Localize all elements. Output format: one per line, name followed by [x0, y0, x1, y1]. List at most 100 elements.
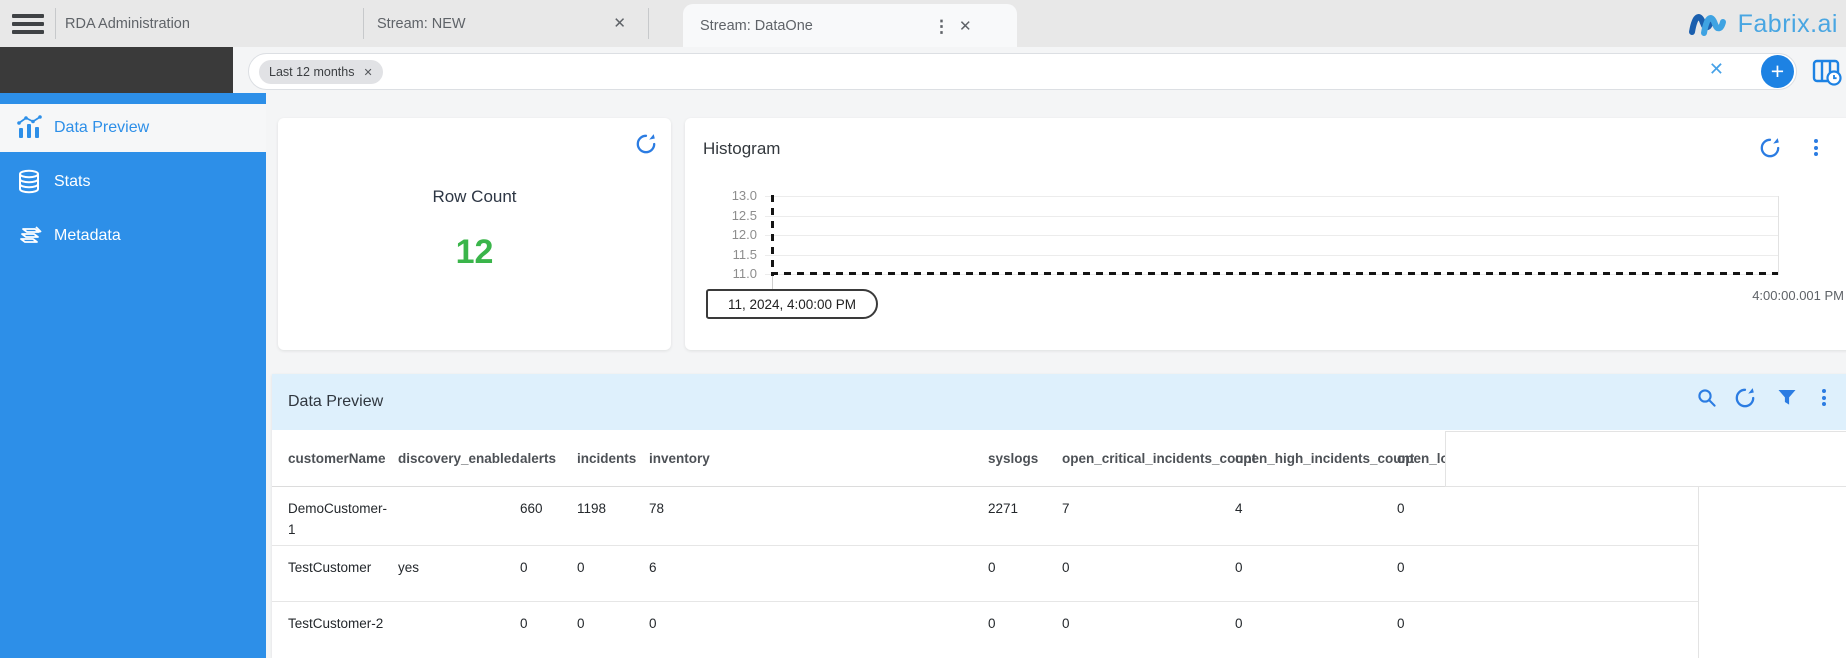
sidebar-item-label: Stats — [54, 173, 90, 191]
sidebar: Data Preview Stats Metadata — [0, 93, 266, 658]
chart-gridline — [765, 216, 1778, 217]
y-axis-tick-label: 11.5 — [711, 247, 757, 262]
table-cell: 0 — [649, 613, 978, 634]
sidebar-item-label: Data Preview — [54, 119, 149, 137]
app-window: RDA Administration Stream: NEW ✕ Stream:… — [0, 0, 1846, 658]
tab-label: RDA Administration — [65, 16, 190, 32]
tab-rda-administration[interactable]: RDA Administration — [55, 0, 363, 47]
chart-tooltip: 11, 2024, 4:00:00 PM — [706, 289, 878, 319]
search-icon[interactable] — [1696, 387, 1718, 409]
table-cell: 2271 — [988, 498, 1052, 519]
table-cell: 6 — [649, 557, 978, 578]
chart-x-end-label: 4:00:00.001 PM — [1752, 288, 1844, 303]
table-history-icon[interactable] — [1812, 58, 1842, 91]
table-cell: 0 — [520, 557, 567, 578]
table-cell: 1198 — [577, 498, 639, 519]
sidebar-item-metadata[interactable]: Metadata — [0, 212, 266, 260]
histogram-card: Histogram 13.0 12.5 12.0 11.5 11.0 11, 2024,… — [685, 118, 1846, 350]
table-cell: 0 — [988, 557, 1052, 578]
row-count-title: Row Count — [278, 187, 671, 207]
hamburger-menu-icon[interactable] — [12, 10, 44, 36]
histogram-title: Histogram — [703, 139, 780, 159]
table-row[interactable]: TestCustomeryes0060000 — [272, 546, 1846, 602]
refresh-icon[interactable] — [1759, 137, 1781, 159]
sidebar-header-block — [0, 47, 233, 93]
chart-crosshair-line — [771, 195, 774, 276]
table-cell: 0 — [577, 613, 639, 634]
top-bar: RDA Administration Stream: NEW ✕ Stream:… — [0, 0, 1846, 47]
column-header-alerts[interactable]: alerts — [520, 430, 567, 487]
table-cell: 0 — [1062, 557, 1225, 578]
tab-stream-new[interactable]: Stream: NEW ✕ — [363, 0, 648, 47]
clear-filters-icon[interactable]: ✕ — [1709, 59, 1724, 80]
table-cell: 0 — [1397, 613, 1697, 634]
table-cell: 0 — [1397, 498, 1697, 519]
table-cell: 0 — [1062, 613, 1225, 634]
fabrix-logo[interactable]: Fabrix.ai — [1686, 6, 1838, 43]
add-filter-button[interactable]: + — [1761, 55, 1794, 88]
logo-text: Fabrix.ai — [1738, 10, 1838, 39]
sidebar-item-stats[interactable]: Stats — [0, 158, 266, 206]
table-row[interactable]: TestCustomer-20000000 — [272, 602, 1846, 658]
tab-separator — [648, 8, 649, 39]
data-preview-header: Data Preview — [272, 374, 1846, 430]
filter-chip-last-12-months[interactable]: Last 12 months ✕ — [259, 60, 383, 84]
chart-gridline — [765, 255, 1778, 256]
filter-bar: Last 12 months ✕ ✕ + — [248, 53, 1797, 90]
column-header-inventory[interactable]: inventory — [649, 430, 978, 487]
filter-chip-label: Last 12 months — [269, 65, 354, 79]
row-count-card: Row Count 12 — [278, 118, 671, 350]
table-cell: 0 — [1235, 557, 1387, 578]
sidebar-item-data-preview[interactable]: Data Preview — [0, 104, 266, 152]
table-cell: 0 — [577, 557, 639, 578]
y-axis-tick-label: 12.0 — [711, 227, 757, 242]
table-cell: 7 — [1062, 498, 1225, 519]
pinned-column-header-overlay — [1445, 431, 1846, 487]
table-cell: TestCustomer — [288, 557, 389, 578]
close-icon[interactable]: ✕ — [959, 19, 972, 34]
chip-close-icon[interactable]: ✕ — [363, 66, 372, 79]
table-cell: 0 — [988, 613, 1052, 634]
filter-funnel-icon[interactable] — [1776, 387, 1798, 409]
chart-gridline — [765, 196, 1778, 197]
y-axis-tick-label: 12.5 — [711, 208, 757, 223]
column-header-open_high_incidents_count[interactable]: open_high_incidents_count — [1235, 430, 1387, 487]
chart-series-line — [771, 272, 1778, 275]
bar-chart-icon — [16, 115, 44, 141]
sidebar-item-label: Metadata — [54, 227, 121, 245]
table-cell: TestCustomer-2 — [288, 613, 389, 634]
column-header-syslogs[interactable]: syslogs — [988, 430, 1052, 487]
table-cell: 4 — [1235, 498, 1387, 519]
data-preview-panel: Data Preview cust — [272, 374, 1846, 658]
table-row[interactable]: DemoCustomer-1 660 1198 78 2271 740 — [272, 487, 1846, 546]
tab-label: Stream: DataOne — [700, 18, 813, 34]
database-icon — [16, 169, 44, 195]
chart-right-border — [1778, 196, 1779, 275]
table-cell: 0 — [520, 613, 567, 634]
more-options-kebab-icon[interactable] — [1805, 138, 1827, 161]
row-count-value: 12 — [278, 233, 671, 272]
pinned-column-area — [1698, 487, 1846, 658]
y-axis-tick-label: 11.0 — [711, 266, 757, 281]
close-icon[interactable]: ✕ — [613, 16, 626, 31]
fabrix-logo-icon — [1686, 6, 1732, 43]
table-cell: 660 — [520, 498, 567, 519]
column-header-discovery_enabled[interactable]: discovery_enabled — [398, 430, 510, 487]
tab-menu-kebab-icon[interactable]: ⋮ — [933, 18, 950, 35]
column-header-customerName[interactable]: customerName — [288, 430, 389, 487]
column-header-open_critical_incidents_count[interactable]: open_critical_incidents_count — [1062, 430, 1225, 487]
data-preview-title: Data Preview — [288, 393, 383, 411]
column-header-incidents[interactable]: incidents — [577, 430, 639, 487]
refresh-icon[interactable] — [1734, 387, 1756, 409]
table-cell: DemoCustomer-1 — [288, 498, 389, 540]
chart-gridline — [765, 235, 1778, 236]
tab-label: Stream: NEW — [377, 16, 466, 32]
tab-stream-dataone[interactable]: Stream: DataOne ⋮ ✕ — [683, 4, 1017, 47]
table-cell: 0 — [1397, 557, 1697, 578]
y-axis-tick-label: 13.0 — [711, 188, 757, 203]
more-options-kebab-icon[interactable] — [1813, 388, 1835, 411]
table-cell: yes — [398, 557, 510, 578]
table-cell: 78 — [649, 498, 978, 519]
refresh-icon[interactable] — [635, 133, 657, 155]
layers-edit-icon — [16, 223, 44, 249]
